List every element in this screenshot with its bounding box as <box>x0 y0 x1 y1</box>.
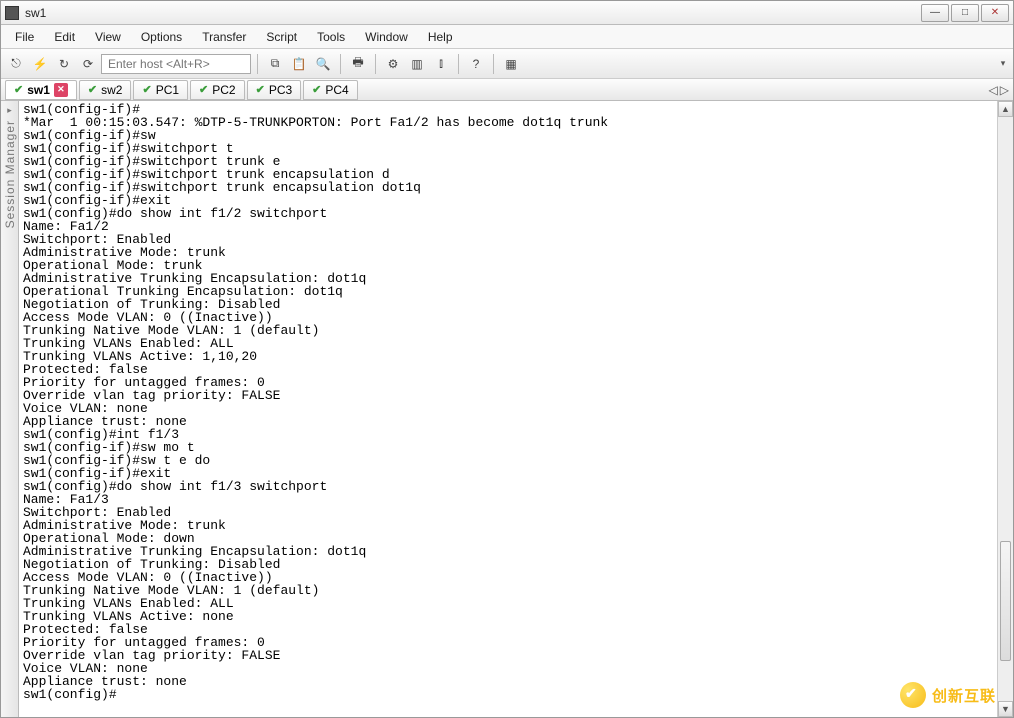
toolbar-separator <box>257 54 258 74</box>
connected-check-icon: ✔ <box>256 83 265 96</box>
toolbar-overflow-icon[interactable]: ▾ <box>997 58 1009 70</box>
quick-connect-icon[interactable]: ⚡ <box>29 53 51 75</box>
menu-script[interactable]: Script <box>256 28 307 46</box>
scroll-up-icon[interactable]: ▲ <box>998 101 1013 117</box>
connected-check-icon: ✔ <box>88 83 97 96</box>
app-icon <box>5 6 19 20</box>
help-icon[interactable]: ? <box>465 53 487 75</box>
tab-next-icon[interactable]: ▷ <box>1000 83 1009 97</box>
sidebar-label: Session Manager <box>3 120 17 228</box>
window-buttons: — □ ✕ <box>921 4 1009 22</box>
main-area: ▸ Session Manager sw1(config-if)# *Mar 1… <box>1 101 1013 717</box>
tab-label: PC4 <box>325 83 348 97</box>
menu-view[interactable]: View <box>85 28 131 46</box>
minimize-button[interactable]: — <box>921 4 949 22</box>
menu-bar: File Edit View Options Transfer Script T… <box>1 25 1013 49</box>
window-title: sw1 <box>25 6 921 20</box>
tab-prev-icon[interactable]: ◁ <box>989 83 998 97</box>
connect-icon[interactable]: ⎋ <box>5 53 27 75</box>
menu-window[interactable]: Window <box>355 28 418 46</box>
watermark: 创新互联 <box>900 682 996 708</box>
tab-label: sw2 <box>101 83 122 97</box>
vertical-scrollbar[interactable]: ▲ ▼ <box>997 101 1013 717</box>
tab-pc4[interactable]: ✔ PC4 <box>303 80 358 100</box>
copy-icon[interactable]: ⧉ <box>264 53 286 75</box>
watermark-logo-icon <box>900 682 926 708</box>
terminal-output[interactable]: sw1(config-if)# *Mar 1 00:15:03.547: %DT… <box>19 101 997 717</box>
watermark-text: 创新互联 <box>932 685 996 706</box>
tab-nav: ◁ ▷ <box>989 83 1009 97</box>
sidebar-pin-icon[interactable]: ▸ <box>7 105 12 116</box>
reconnect-all-icon[interactable]: ⟳ <box>77 53 99 75</box>
tab-sw2[interactable]: ✔ sw2 <box>79 80 132 100</box>
host-input[interactable] <box>101 54 251 74</box>
connected-check-icon: ✔ <box>312 83 321 96</box>
title-bar: sw1 — □ ✕ <box>1 1 1013 25</box>
filter-icon[interactable]: ⫾ <box>430 53 452 75</box>
toolbar-separator <box>375 54 376 74</box>
tab-sw1[interactable]: ✔ sw1 ✕ <box>5 80 77 100</box>
tab-pc3[interactable]: ✔ PC3 <box>247 80 302 100</box>
tab-close-icon[interactable]: ✕ <box>54 83 68 97</box>
tab-label: PC2 <box>212 83 235 97</box>
session-tab-bar: ✔ sw1 ✕ ✔ sw2 ✔ PC1 ✔ PC2 ✔ PC3 ✔ PC4 ◁ … <box>1 79 1013 101</box>
tab-pc2[interactable]: ✔ PC2 <box>190 80 245 100</box>
print-icon[interactable]: 🖶 <box>347 53 369 75</box>
maximize-button[interactable]: □ <box>951 4 979 22</box>
toolbar: ⎋ ⚡ ↻ ⟳ ⧉ 📋 🔍 🖶 ⚙ ▥ ⫾ ? ▦ ▾ <box>1 49 1013 79</box>
close-button[interactable]: ✕ <box>981 4 1009 22</box>
extra-tool-icon[interactable]: ▦ <box>500 53 522 75</box>
menu-tools[interactable]: Tools <box>307 28 355 46</box>
reconnect-icon[interactable]: ↻ <box>53 53 75 75</box>
tab-label: sw1 <box>27 83 50 97</box>
scroll-down-icon[interactable]: ▼ <box>998 701 1013 717</box>
connected-check-icon: ✔ <box>199 83 208 96</box>
tab-label: PC3 <box>269 83 292 97</box>
toolbar-separator <box>493 54 494 74</box>
menu-transfer[interactable]: Transfer <box>192 28 256 46</box>
find-icon[interactable]: 🔍 <box>312 53 334 75</box>
settings-icon[interactable]: ⚙ <box>382 53 404 75</box>
scroll-thumb[interactable] <box>1000 541 1011 661</box>
connected-check-icon: ✔ <box>142 83 151 96</box>
menu-help[interactable]: Help <box>418 28 463 46</box>
menu-options[interactable]: Options <box>131 28 192 46</box>
toolbar-separator <box>458 54 459 74</box>
paste-icon[interactable]: 📋 <box>288 53 310 75</box>
session-options-icon[interactable]: ▥ <box>406 53 428 75</box>
toolbar-separator <box>340 54 341 74</box>
connected-check-icon: ✔ <box>14 83 23 96</box>
tab-pc1[interactable]: ✔ PC1 <box>133 80 188 100</box>
tab-label: PC1 <box>156 83 179 97</box>
menu-file[interactable]: File <box>5 28 44 46</box>
session-manager-sidebar[interactable]: ▸ Session Manager <box>1 101 19 717</box>
menu-edit[interactable]: Edit <box>44 28 85 46</box>
